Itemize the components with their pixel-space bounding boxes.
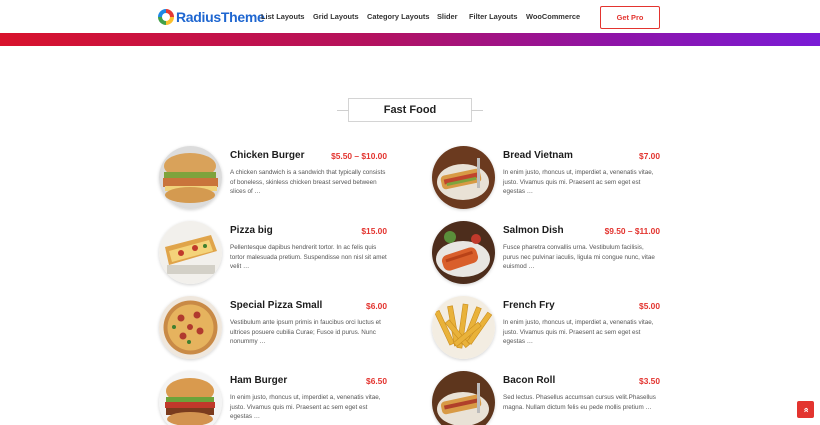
nav-grid-layouts[interactable]: Grid Layouts (313, 12, 359, 21)
item-name[interactable]: Bacon Roll (503, 375, 555, 386)
menu-item[interactable]: Pizza big $15.00 Pellentesque dapibus he… (159, 221, 389, 286)
item-description: Pellentesque dapibus hendrerit tortor. I… (230, 244, 387, 270)
item-price: $15.00 (361, 226, 387, 236)
item-description: Vestibulum ante ipsum primis in faucibus… (230, 319, 381, 345)
pizza-image[interactable] (159, 296, 222, 359)
nav-filter-layouts[interactable]: Filter Layouts (469, 12, 517, 21)
double-chevron-up-icon: » (800, 406, 811, 413)
item-name[interactable]: Pizza big (230, 225, 273, 236)
item-description: In enim justo, rhoncus ut, imperdiet a, … (503, 169, 654, 195)
item-name[interactable]: Ham Burger (230, 375, 287, 386)
item-price: $3.50 (639, 376, 660, 386)
item-price: $5.50 – $10.00 (331, 151, 387, 161)
brand-name: RadiusTheme (176, 9, 265, 25)
fries-image[interactable] (432, 296, 495, 359)
nav-list-layouts[interactable]: List Layouts (261, 12, 305, 21)
item-price: $9.50 – $11.00 (604, 226, 660, 236)
scroll-to-top-button[interactable]: » (797, 401, 814, 418)
menu-item[interactable]: Bread Vietnam $7.00 In enim justo, rhonc… (432, 146, 662, 211)
nav-woocommerce[interactable]: WooCommerce (526, 12, 580, 21)
item-name[interactable]: Chicken Burger (230, 150, 304, 161)
item-price: $7.00 (639, 151, 660, 161)
header-gradient-bar (0, 33, 820, 46)
bread-image[interactable] (432, 146, 495, 209)
nav-slider[interactable]: Slider (437, 12, 458, 21)
item-description: Sed lectus. Phasellus accumsan cursus ve… (503, 394, 656, 411)
menu-item[interactable]: Special Pizza Small $6.00 Vestibulum ant… (159, 296, 389, 361)
item-description: In enim justo, rhoncus ut, imperdiet a, … (503, 319, 654, 345)
menu-item[interactable]: Salmon Dish $9.50 – $11.00 Fusce pharetr… (432, 221, 662, 286)
nav-category-layouts[interactable]: Category Layouts (367, 12, 429, 21)
section-title: Fast Food (337, 98, 483, 122)
site-header: RadiusTheme List Layouts Grid Layouts Ca… (0, 0, 820, 33)
item-price: $6.50 (366, 376, 387, 386)
salmon-image[interactable] (432, 221, 495, 284)
menu-item[interactable]: French Fry $5.00 In enim justo, rhoncus … (432, 296, 662, 361)
get-pro-button[interactable]: Get Pro (600, 6, 660, 29)
item-price: $5.00 (639, 301, 660, 311)
item-description: In enim justo, rhoncus ut, imperdiet a, … (230, 394, 381, 420)
menu-item[interactable]: Chicken Burger $5.50 – $10.00 A chicken … (159, 146, 389, 211)
menu-item[interactable]: Bacon Roll $3.50 Sed lectus. Phasellus a… (432, 371, 662, 425)
item-description: A chicken sandwich is a sandwich that ty… (230, 169, 386, 195)
item-description: Fusce pharetra convallis urna. Vestibulu… (503, 244, 655, 270)
item-name[interactable]: Special Pizza Small (230, 300, 322, 311)
brand-logo[interactable]: RadiusTheme (158, 8, 265, 26)
item-name[interactable]: Bread Vietnam (503, 150, 573, 161)
hamburger-image[interactable] (159, 371, 222, 425)
logo-icon (158, 9, 174, 25)
pizza-slice-image[interactable] (159, 221, 222, 284)
menu-item[interactable]: Ham Burger $6.50 In enim justo, rhoncus … (159, 371, 389, 425)
item-name[interactable]: Salmon Dish (503, 225, 564, 236)
burger-image[interactable] (159, 146, 222, 209)
item-name[interactable]: French Fry (503, 300, 555, 311)
item-price: $6.00 (366, 301, 387, 311)
bacon-roll-image[interactable] (432, 371, 495, 425)
